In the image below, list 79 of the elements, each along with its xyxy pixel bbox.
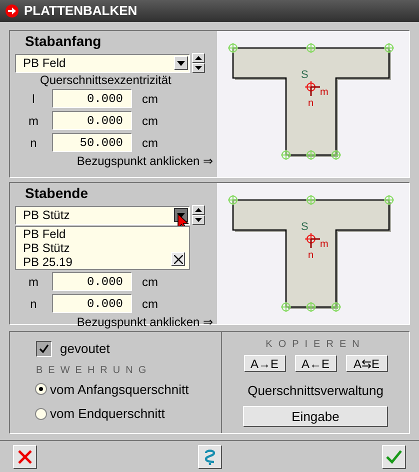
up-arrow-icon (195, 208, 202, 212)
copy-button[interactable]: A←E (294, 355, 336, 372)
n-axis-label: n (308, 250, 314, 261)
m-axis-label: m (320, 239, 328, 250)
squiggle-icon (204, 449, 216, 465)
field-label: l (31, 90, 36, 108)
field-label: m (28, 274, 40, 290)
help-button[interactable] (198, 445, 222, 469)
input-field[interactable]: 50.000 (52, 133, 132, 152)
point-marker-icon[interactable] (306, 194, 316, 206)
field-label: n (29, 296, 38, 312)
point-marker-icon[interactable] (330, 302, 342, 312)
centroid-label: S (301, 69, 308, 81)
axis-origin-icon (304, 80, 321, 97)
radio-label: vom Endquerschnitt (50, 405, 165, 423)
copy-button[interactable]: A⇆E (346, 355, 388, 372)
input-field[interactable]: 0.000 (52, 111, 132, 130)
point-marker-icon[interactable] (330, 150, 342, 160)
section-title: Stabanfang (25, 33, 102, 50)
close-icon (174, 254, 182, 264)
checkbox-label: gevoutet (60, 340, 110, 358)
point-marker-icon[interactable] (306, 150, 316, 160)
point-marker-icon[interactable] (280, 150, 292, 160)
unit-label: cm (142, 274, 158, 290)
field-label: m (28, 112, 40, 130)
section-title: Stabende (25, 185, 90, 202)
radio-label: vom Anfangsquerschnitt (50, 380, 189, 399)
checkbox[interactable] (36, 340, 52, 357)
unit-label: cm (142, 134, 158, 152)
down-arrow-icon (195, 218, 202, 222)
point-marker-icon[interactable] (306, 42, 316, 54)
copy-button[interactable]: A→E (244, 355, 286, 372)
eccentricity-caption: Querschnittsexzentrizität (40, 73, 172, 87)
spin-down-button[interactable] (192, 63, 205, 73)
field-label: n (29, 134, 38, 152)
point-marker-icon[interactable] (384, 42, 394, 54)
check-icon (386, 450, 402, 464)
unit-label: cm (142, 112, 158, 130)
management-label: Querschnittsverwaltung (248, 382, 384, 400)
centroid-label: S (301, 221, 308, 233)
m-axis-label: m (320, 87, 328, 98)
down-arrow-icon (195, 66, 202, 70)
unit-label: cm (142, 90, 158, 108)
cross-section-dropdown[interactable]: PB Stütz (15, 206, 190, 224)
input-field[interactable]: 0.000 (52, 89, 132, 108)
dropdown-value: PB Feld (23, 55, 66, 72)
unit-label: cm (142, 296, 158, 312)
pick-reference-point-link[interactable]: Bezugspunkt anklicken ⇒ (76, 154, 213, 168)
point-marker-icon[interactable] (228, 194, 238, 206)
dropdown-value: PB Stütz (23, 207, 70, 224)
input-field[interactable]: 0.000 (52, 272, 132, 291)
dropdown-option[interactable]: PB Stütz (23, 241, 189, 255)
spin-up-button[interactable] (192, 53, 205, 63)
cancel-button[interactable] (13, 445, 37, 469)
point-marker-icon[interactable] (280, 302, 292, 312)
spin-down-button[interactable] (192, 215, 205, 225)
spin-up-button[interactable] (192, 205, 205, 215)
group-title: BEWEHRUNG (36, 364, 153, 376)
n-axis-label: n (308, 98, 314, 109)
close-icon (18, 450, 32, 464)
input-button[interactable]: Eingabe (243, 406, 388, 426)
dropdown-option[interactable]: PB 25.19 (23, 255, 189, 269)
point-marker-icon[interactable] (228, 42, 238, 54)
dropdown-option[interactable]: PB Feld (23, 227, 189, 241)
up-arrow-icon (195, 56, 202, 60)
down-arrow-icon (177, 60, 185, 66)
ok-button[interactable] (382, 445, 406, 469)
group-title: KOPIEREN (266, 339, 366, 351)
point-marker-icon[interactable] (384, 194, 394, 206)
point-marker-icon[interactable] (306, 302, 316, 312)
radio-button[interactable] (35, 408, 47, 420)
axis-origin-icon (304, 232, 321, 249)
radio-button[interactable] (35, 383, 47, 396)
pick-reference-point-link[interactable]: Bezugspunkt anklicken ⇒ (76, 315, 213, 329)
window-title: PLATTENBALKEN (24, 2, 138, 20)
close-button[interactable] (171, 252, 185, 266)
cross-section-dropdown[interactable]: PB Feld (15, 54, 190, 72)
check-icon (39, 344, 49, 354)
input-field[interactable]: 0.000 (52, 294, 132, 313)
